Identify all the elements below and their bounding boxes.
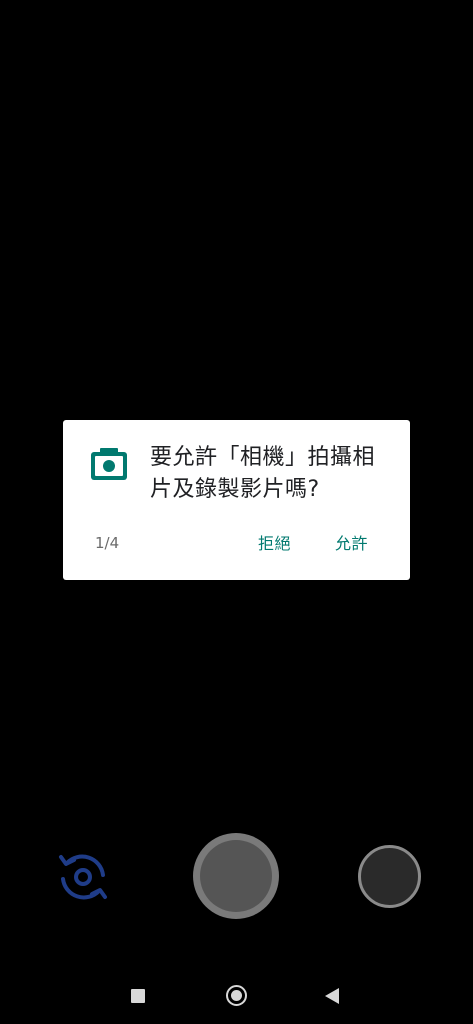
- shutter-inner: [200, 840, 272, 912]
- camera-icon: [90, 447, 128, 481]
- home-dot-icon: [231, 990, 242, 1001]
- permission-message: 要允許「相機」拍攝相片及錄製影片嗎?: [150, 445, 376, 502]
- recents-square-icon[interactable]: [131, 989, 145, 1003]
- switch-camera-icon[interactable]: [53, 847, 113, 907]
- gallery-thumbnail[interactable]: [358, 845, 421, 908]
- home-circle-icon[interactable]: [226, 985, 247, 1006]
- back-triangle-icon[interactable]: [325, 988, 339, 1004]
- allow-button[interactable]: 允許: [335, 530, 368, 554]
- permission-dialog: 要允許「相機」拍攝相片及錄製影片嗎? 1/4 拒絕 允許: [63, 420, 410, 580]
- permission-counter: 1/4: [95, 534, 120, 552]
- shutter-button[interactable]: [193, 833, 279, 919]
- deny-button[interactable]: 拒絕: [258, 530, 291, 554]
- camera-screen: 要允許「相機」拍攝相片及錄製影片嗎? 1/4 拒絕 允許: [0, 0, 473, 1024]
- navigation-bar: [0, 968, 473, 1024]
